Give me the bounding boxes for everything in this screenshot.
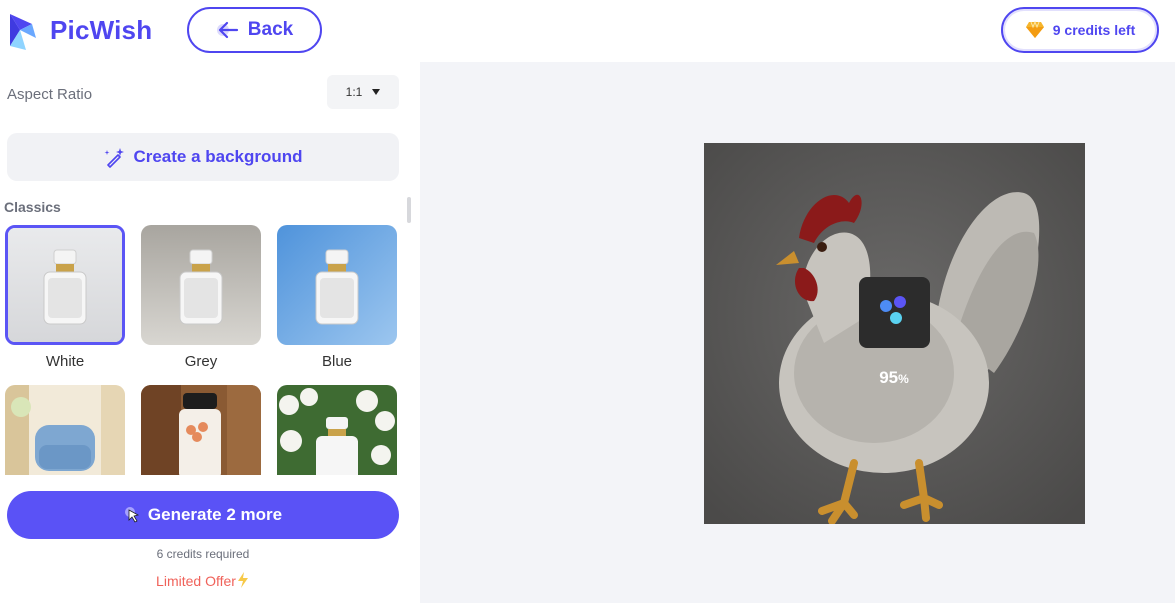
- top-bar: PicWish Back 9 credits left: [0, 0, 1175, 62]
- credits-required-text: 6 credits required: [156, 547, 250, 561]
- create-background-button[interactable]: Create a background: [7, 133, 399, 181]
- loading-spinner: [859, 277, 930, 348]
- caret-down-icon: [372, 89, 381, 95]
- credits-label: 9 credits left: [1052, 22, 1136, 38]
- background-tile-label: Grey: [184, 353, 218, 370]
- armchair-thumbnail: [5, 385, 125, 475]
- brand-name[interactable]: PicWish: [50, 15, 152, 46]
- create-background-label: Create a background: [133, 147, 303, 166]
- lightning-icon: [237, 572, 248, 588]
- panel-scrollbar[interactable]: [407, 197, 411, 223]
- result-preview: 95%: [704, 143, 1085, 524]
- perfume-thumbnail: [8, 228, 122, 342]
- progress-unit: %: [898, 372, 909, 386]
- background-tile-flowers[interactable]: [277, 385, 397, 475]
- settings-panel: Aspect Ratio 1:1 Create a background Cla…: [0, 62, 420, 603]
- back-button[interactable]: Back: [187, 7, 322, 53]
- generate-more-label: Generate 2 more: [147, 505, 283, 524]
- wood-thumbnail: [141, 385, 261, 475]
- background-grid: White Grey Blue: [5, 225, 400, 475]
- section-title-classics: Classics: [4, 199, 61, 215]
- background-tile-armchair[interactable]: [5, 385, 125, 475]
- limited-offer-link[interactable]: Limited Offer: [0, 571, 406, 589]
- progress-value: 95: [879, 368, 899, 387]
- cursor-icon: [124, 507, 139, 523]
- back-button-label: Back: [247, 19, 294, 40]
- perfume-thumbnail: [277, 225, 397, 345]
- arrow-left-icon: [216, 21, 238, 39]
- aspect-ratio-label: Aspect Ratio: [7, 86, 93, 103]
- aspect-ratio-select[interactable]: 1:1: [327, 75, 399, 109]
- diamond-icon: [1025, 21, 1044, 38]
- aspect-ratio-value: 1:1: [345, 85, 363, 99]
- background-tile-label: White: [45, 353, 85, 370]
- magic-wand-icon: [104, 148, 125, 168]
- flowers-thumbnail: [277, 385, 397, 475]
- background-tile-wood[interactable]: [141, 385, 261, 475]
- background-tile-grey[interactable]: [141, 225, 261, 345]
- preview-area: 95%: [420, 62, 1175, 603]
- perfume-thumbnail: [141, 225, 261, 345]
- progress-percent: 95%: [854, 368, 934, 388]
- generate-more-button[interactable]: Generate 2 more: [7, 491, 399, 539]
- background-tile-white[interactable]: [5, 225, 125, 345]
- loading-dots-icon: [880, 296, 906, 324]
- picwish-logo-icon: [10, 14, 36, 50]
- limited-offer-label: Limited Offer: [156, 573, 236, 589]
- background-tile-label: Blue: [321, 353, 353, 370]
- background-tile-blue[interactable]: [277, 225, 397, 345]
- credits-button[interactable]: 9 credits left: [1001, 7, 1159, 53]
